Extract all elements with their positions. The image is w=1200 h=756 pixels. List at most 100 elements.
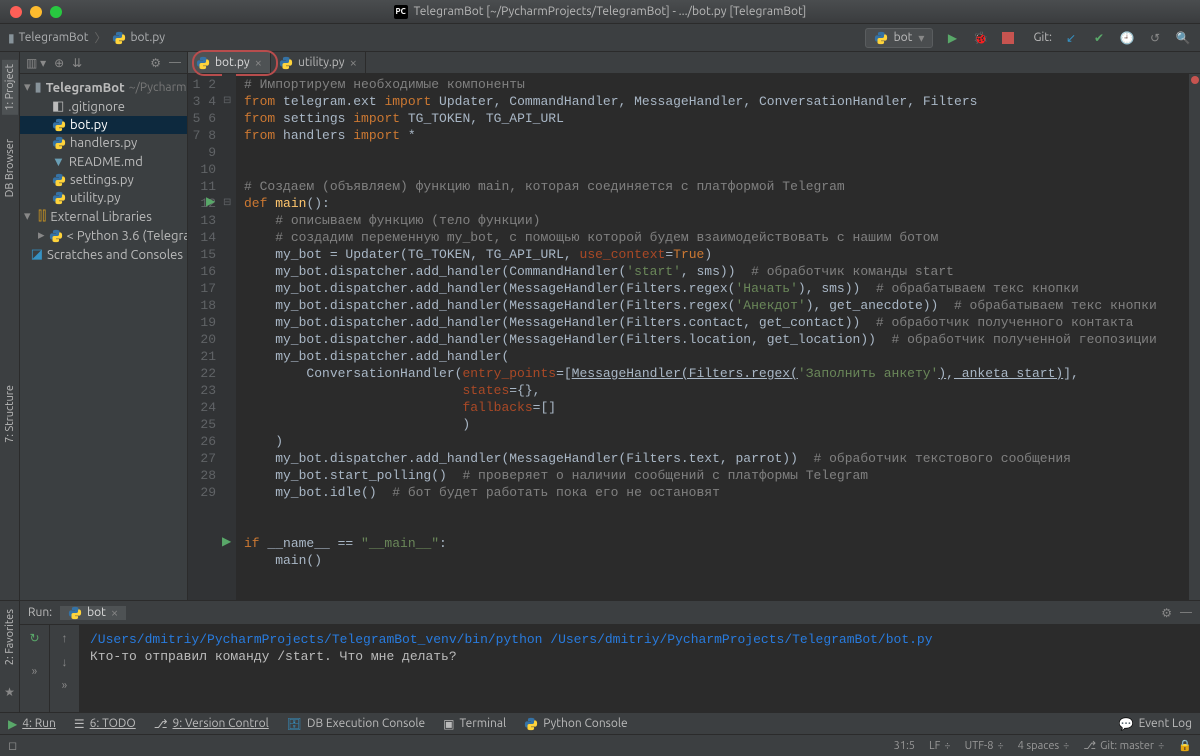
git-label: Git: (1033, 31, 1052, 44)
search-everywhere-button[interactable]: 🔍 (1174, 29, 1192, 47)
error-stripe[interactable] (1188, 74, 1200, 600)
debug-button[interactable]: 🐞 (971, 29, 989, 47)
lock-icon[interactable]: 🔒 (1178, 739, 1192, 752)
python-icon (279, 56, 293, 70)
python-icon (112, 31, 126, 45)
editor-tab[interactable]: bot.py × (188, 52, 271, 73)
collapse-icon[interactable]: ⇊ (72, 56, 82, 70)
folder-icon: ▮ (8, 31, 15, 45)
encoding[interactable]: UTF-8 ÷ (965, 740, 1004, 752)
bottom-tools: ▶4: Run ☰6: TODO ⎇9: Version Control 🗄DB… (0, 712, 1200, 734)
line-gutter[interactable]: 1 2 3 4 5 6 7 8 9 10 11 12 13 14 15 16 1… (188, 74, 222, 600)
close-icon[interactable]: × (255, 56, 262, 70)
tree-file[interactable]: bot.py (20, 116, 187, 134)
python-icon (874, 31, 888, 45)
run-title: Run: (28, 606, 52, 619)
tree-file[interactable]: settings.py (20, 171, 187, 189)
more-icon[interactable]: » (62, 679, 68, 692)
python-icon (68, 606, 82, 620)
rerun-button[interactable]: ↻ (29, 631, 39, 645)
markdown-icon: ▼ (52, 154, 65, 169)
breadcrumb[interactable]: ▮ TelegramBot 〉 bot.py (8, 29, 165, 46)
terminal-icon: ▣ (443, 717, 454, 731)
project-view-icon[interactable]: ▥ ▾ (26, 56, 46, 70)
caret-position[interactable]: 31:5 (894, 740, 915, 752)
gear-icon[interactable]: ⚙ (150, 56, 161, 70)
run-button[interactable]: ▶ (943, 29, 961, 47)
db-browser-tab[interactable]: DB Browser (2, 135, 18, 201)
close-icon[interactable]: × (350, 56, 357, 70)
branch-icon: ⎇ (154, 717, 168, 731)
stop-button[interactable] (999, 29, 1017, 47)
tree-python-sdk[interactable]: ▸ < Python 3.6 (TelegramBot) (20, 226, 187, 245)
gutter-icons[interactable]: ⊟⊟▶▶ (222, 74, 236, 600)
chevron-right-icon: 〉 (94, 29, 106, 46)
tree-file[interactable]: handlers.py (20, 134, 187, 152)
todo-tool-tab[interactable]: ☰6: TODO (74, 717, 136, 731)
target-icon[interactable]: ⊕ (54, 56, 64, 70)
python-icon (52, 118, 66, 132)
tree-scratches[interactable]: ◪ Scratches and Consoles (20, 245, 187, 264)
run-toolbar: ↻ » (20, 625, 50, 712)
python-icon (524, 717, 538, 731)
tree-file[interactable]: ◧ .gitignore (20, 97, 187, 116)
gitignore-icon: ◧ (52, 99, 64, 114)
close-icon[interactable]: × (111, 606, 118, 620)
vcs-revert-button[interactable]: ↺ (1146, 29, 1164, 47)
console-path: /Users/dmitriy/PycharmProjects/TelegramB… (90, 631, 1190, 648)
tool-toggle-icon[interactable]: ◻ (8, 739, 17, 752)
line-ending[interactable]: LF ÷ (929, 740, 951, 752)
git-branch[interactable]: ⎇ Git: master ÷ (1083, 739, 1164, 752)
indent[interactable]: 4 spaces ÷ (1018, 740, 1070, 752)
tree-root[interactable]: ▾▮ TelegramBot ~/PycharmProjects/Telegra… (20, 78, 187, 97)
down-icon[interactable]: ↓ (62, 655, 68, 669)
python-icon (196, 56, 210, 70)
editor-tab[interactable]: utility.py × (271, 52, 366, 73)
tree-file[interactable]: ▼ README.md (20, 152, 187, 171)
vcs-tool-tab[interactable]: ⎇9: Version Control (154, 717, 269, 731)
code-editor[interactable]: # Импортируем необходимые компоненты fro… (236, 74, 1188, 600)
window-title: PC TelegramBot [~/PycharmProjects/Telegr… (394, 5, 807, 19)
hide-icon[interactable]: — (1180, 606, 1192, 619)
left-tool-strip: 1: Project DB Browser 7: Structure (0, 52, 20, 600)
zoom-window[interactable] (50, 6, 62, 18)
run-config-selector[interactable]: bot ▾ (865, 28, 934, 48)
favorites-tab[interactable]: 2: Favorites (4, 609, 16, 665)
gear-icon[interactable]: ⚙ (1161, 606, 1172, 620)
status-bar: ◻ 31:5 LF ÷ UTF-8 ÷ 4 spaces ÷ ⎇ Git: ma… (0, 734, 1200, 756)
breadcrumb-project[interactable]: TelegramBot (19, 31, 89, 44)
error-marker[interactable] (1191, 76, 1199, 84)
editor-tabs: bot.py × utility.py × (188, 52, 1200, 74)
vcs-update-button[interactable]: ↙ (1062, 29, 1080, 47)
hide-icon[interactable]: — (169, 56, 181, 69)
console-output[interactable]: /Users/dmitriy/PycharmProjects/TelegramB… (80, 625, 1200, 712)
terminal-tool-tab[interactable]: ▣Terminal (443, 717, 506, 731)
event-log-tab[interactable]: 💬Event Log (1119, 717, 1192, 731)
database-icon: 🗄 (287, 717, 302, 731)
structure-tab[interactable]: 7: Structure (2, 381, 18, 447)
db-tool-tab[interactable]: 🗄DB Execution Console (287, 717, 425, 731)
project-tab[interactable]: 1: Project (2, 60, 18, 115)
run-panel-header: Run: bot× ⚙ — (20, 601, 1200, 625)
run-tab[interactable]: bot× (60, 606, 126, 620)
vcs-history-button[interactable]: 🕘 (1118, 29, 1136, 47)
breadcrumb-file[interactable]: bot.py (130, 31, 165, 44)
python-console-tab[interactable]: Python Console (524, 717, 628, 731)
python-icon (52, 191, 66, 205)
python-icon (49, 229, 63, 243)
up-icon[interactable]: ↑ (62, 631, 68, 645)
python-icon (52, 173, 66, 187)
more-icon[interactable]: » (32, 665, 38, 678)
tree-external-libs[interactable]: ▾⫿⫿ External Libraries (20, 207, 187, 226)
run-toolbar2: ↑ ↓ » (50, 625, 80, 712)
vcs-commit-button[interactable]: ✔ (1090, 29, 1108, 47)
run-tool-tab[interactable]: ▶4: Run (8, 717, 56, 731)
python-icon (52, 136, 66, 150)
play-icon: ▶ (8, 717, 17, 731)
star-icon: ★ (4, 685, 15, 699)
tree-file[interactable]: utility.py (20, 189, 187, 207)
project-panel: ▥ ▾ ⊕ ⇊ ⚙ — ▾▮ TelegramBot ~/PycharmProj… (20, 52, 188, 600)
console-line: Кто-то отправил команду /start. Что мне … (90, 648, 1190, 665)
minimize-window[interactable] (30, 6, 42, 18)
close-window[interactable] (10, 6, 22, 18)
